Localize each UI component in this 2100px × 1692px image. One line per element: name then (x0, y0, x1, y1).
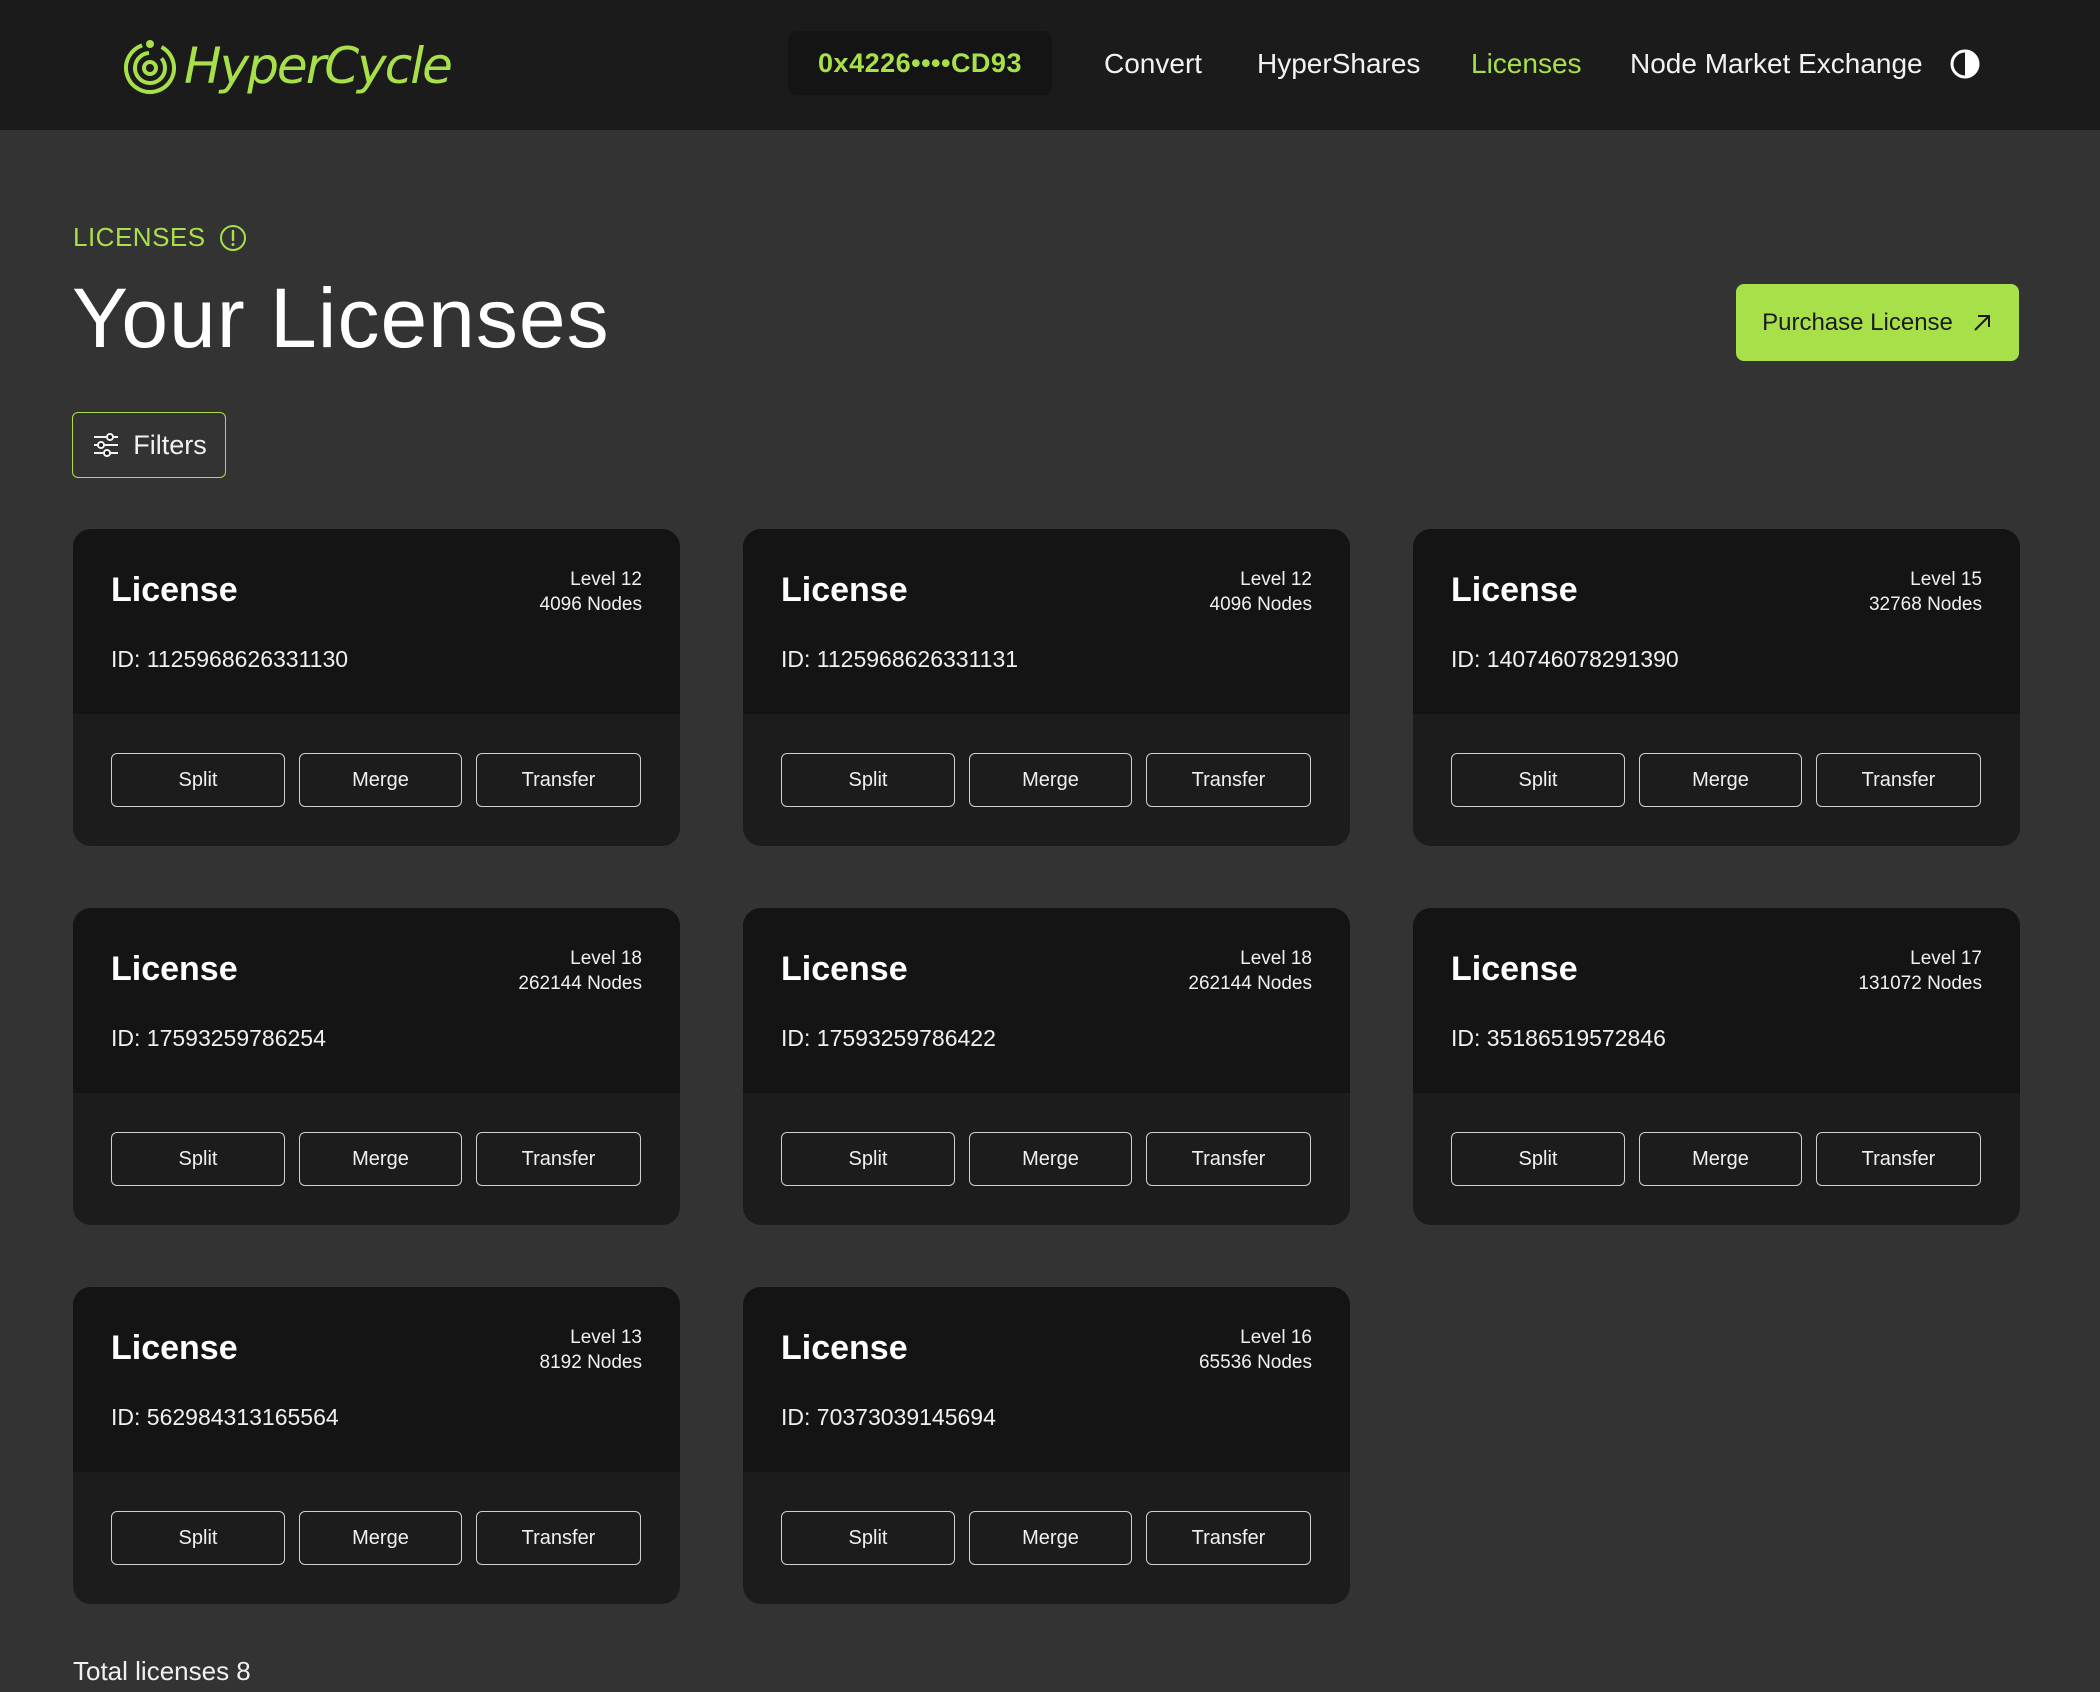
logo-text: HyperCycle (184, 37, 453, 95)
transfer-button[interactable]: Transfer (1146, 1132, 1311, 1186)
license-card: License Level 18 262144 Nodes ID: 175932… (743, 908, 1350, 1225)
total-licenses-count: Total licenses 8 (73, 1656, 251, 1686)
split-button[interactable]: Split (111, 753, 285, 807)
license-card: License Level 17 131072 Nodes ID: 351865… (1413, 908, 2020, 1225)
split-button[interactable]: Split (781, 1511, 955, 1565)
merge-button[interactable]: Merge (1639, 1132, 1802, 1186)
filters-label: Filters (133, 429, 207, 460)
purchase-license-label: Purchase License (1762, 308, 1953, 336)
transfer-button[interactable]: Transfer (476, 1132, 641, 1186)
filters-button[interactable]: Filters (72, 412, 226, 478)
license-title: License (1451, 950, 1578, 988)
license-card: License Level 16 65536 Nodes ID: 7037303… (743, 1287, 1350, 1604)
nav-hypershares[interactable]: HyperShares (1257, 40, 1420, 88)
license-nodes: 4096 Nodes (539, 594, 642, 615)
license-nodes: 32768 Nodes (1868, 594, 1982, 615)
top-navigation-bar: HyperCycle 0x4226••••CD93 Convert HyperS… (0, 0, 2100, 130)
merge-button[interactable]: Merge (1639, 753, 1802, 807)
license-card: License Level 13 8192 Nodes ID: 56298431… (73, 1287, 680, 1604)
transfer-button[interactable]: Transfer (1146, 753, 1311, 807)
merge-button[interactable]: Merge (969, 1511, 1132, 1565)
license-id: ID: 1125968626331131 (781, 646, 1019, 672)
license-id: ID: 35186519572846 (1451, 1025, 1666, 1051)
license-title: License (111, 950, 238, 988)
split-button[interactable]: Split (781, 1132, 955, 1186)
license-level: Level 13 (570, 1327, 642, 1348)
split-button[interactable]: Split (111, 1511, 285, 1565)
license-title: License (111, 571, 238, 609)
license-title: License (781, 1329, 908, 1367)
transfer-button[interactable]: Transfer (1146, 1511, 1311, 1565)
arrow-up-right-icon (1974, 314, 1990, 331)
license-card-header (73, 908, 680, 1093)
transfer-button[interactable]: Transfer (1816, 1132, 1981, 1186)
license-level: Level 15 (1910, 569, 1982, 590)
license-card-header (1413, 529, 2020, 714)
license-nodes: 262144 Nodes (518, 973, 642, 994)
merge-button[interactable]: Merge (969, 1132, 1132, 1186)
nav-node-market-exchange[interactable]: Node Market Exchange (1630, 40, 1923, 88)
license-card-header (743, 529, 1350, 714)
sliders-icon (94, 433, 119, 457)
page-title: Your Licenses (72, 271, 610, 365)
license-card-header (743, 1287, 1350, 1472)
license-nodes: 131072 Nodes (1858, 973, 1982, 994)
merge-button[interactable]: Merge (969, 753, 1132, 807)
license-id: ID: 17593259786422 (781, 1025, 996, 1051)
license-nodes: 4096 Nodes (1209, 594, 1312, 615)
transfer-button[interactable]: Transfer (476, 753, 641, 807)
section-label-text: LICENSES (73, 222, 206, 252)
merge-button[interactable]: Merge (299, 1511, 462, 1565)
transfer-button[interactable]: Transfer (476, 1511, 641, 1565)
license-title: License (781, 950, 908, 988)
split-button[interactable]: Split (1451, 753, 1625, 807)
contrast-icon[interactable] (1949, 48, 1981, 80)
license-card-header (73, 1287, 680, 1472)
license-id: ID: 17593259786254 (111, 1025, 326, 1051)
license-nodes: 262144 Nodes (1188, 973, 1312, 994)
license-id: ID: 140746078291390 (1451, 646, 1679, 672)
license-level: Level 18 (570, 948, 642, 969)
license-level: Level 16 (1240, 1327, 1312, 1348)
license-card-header (73, 529, 680, 714)
license-id: ID: 70373039145694 (781, 1404, 996, 1430)
license-card: License Level 12 4096 Nodes ID: 11259686… (743, 529, 1350, 846)
section-label: LICENSES (73, 222, 248, 253)
hypercycle-logo-icon (124, 40, 176, 94)
license-card-header (743, 908, 1350, 1093)
nav-licenses[interactable]: Licenses (1471, 40, 1582, 88)
info-icon[interactable] (218, 223, 248, 253)
merge-button[interactable]: Merge (299, 1132, 462, 1186)
license-level: Level 12 (1240, 569, 1312, 590)
nav-convert[interactable]: Convert (1104, 40, 1202, 88)
wallet-address-button[interactable]: 0x4226••••CD93 (788, 31, 1052, 95)
license-card-header (1413, 908, 2020, 1093)
transfer-button[interactable]: Transfer (1816, 753, 1981, 807)
split-button[interactable]: Split (111, 1132, 285, 1186)
license-title: License (781, 571, 908, 609)
license-level: Level 18 (1240, 948, 1312, 969)
license-card: License Level 15 32768 Nodes ID: 1407460… (1413, 529, 2020, 846)
license-level: Level 17 (1910, 948, 1982, 969)
license-id: ID: 1125968626331130 (111, 646, 349, 672)
license-nodes: 65536 Nodes (1198, 1352, 1312, 1373)
purchase-license-button[interactable]: Purchase License (1736, 284, 2019, 361)
license-nodes: 8192 Nodes (539, 1352, 642, 1373)
license-level: Level 12 (570, 569, 642, 590)
license-card: License Level 18 262144 Nodes ID: 175932… (73, 908, 680, 1225)
hypercycle-logo[interactable]: HyperCycle (120, 32, 453, 100)
split-button[interactable]: Split (1451, 1132, 1625, 1186)
split-button[interactable]: Split (781, 753, 955, 807)
merge-button[interactable]: Merge (299, 753, 462, 807)
license-id: ID: 562984313165564 (111, 1404, 339, 1430)
license-card: License Level 12 4096 Nodes ID: 11259686… (73, 529, 680, 846)
license-title: License (111, 1329, 238, 1367)
license-title: License (1451, 571, 1578, 609)
